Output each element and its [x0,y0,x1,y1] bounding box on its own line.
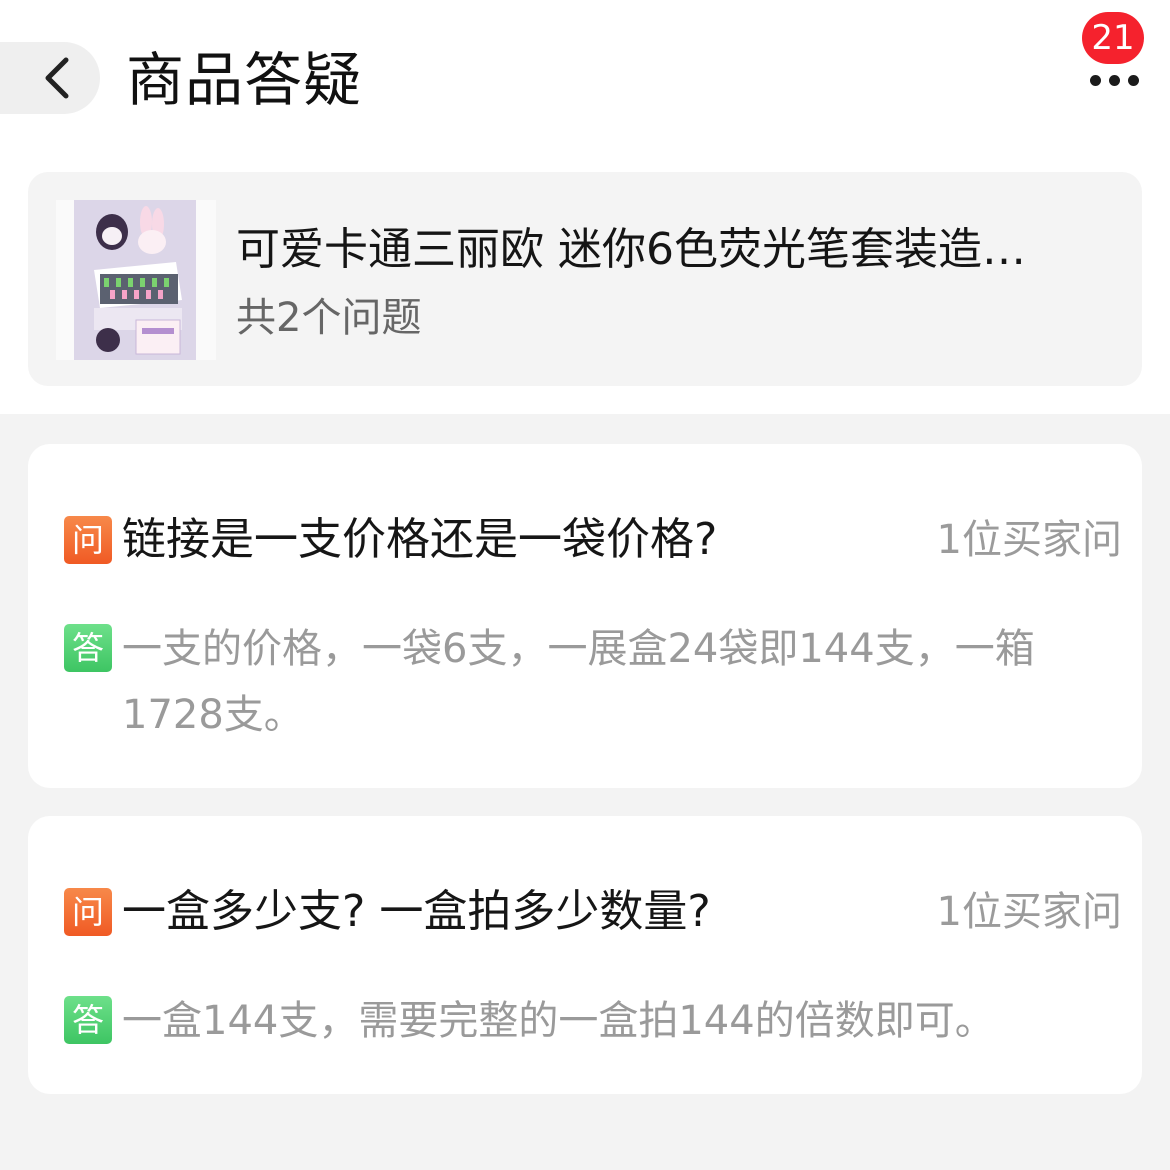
asker-count: 1位买家问 [936,517,1122,563]
product-title[interactable]: 可爱卡通三丽欧 迷你6色荧光笔套装造… [236,220,1106,280]
qa-card[interactable]: 问 链接是一支价格还是一袋价格? 1位买家问 答 一支的价格，一袋6支，一展盒2… [28,444,1142,788]
back-button[interactable] [0,42,100,114]
question-text[interactable]: 链接是一支价格还是一袋价格? [122,510,717,570]
product-card[interactable]: 可爱卡通三丽欧 迷你6色荧光笔套装造… 共2个问题 [28,172,1142,386]
answer-tag: 答 [64,624,112,672]
answer-text: 一支的价格，一袋6支，一展盒24袋即144支，一箱1728支。 [122,626,1035,738]
question-text[interactable]: 一盒多少支? 一盒拍多少数量? [122,882,711,942]
answer-tag: 答 [64,996,112,1044]
question-count: 共2个问题 [236,295,422,341]
notification-badge[interactable]: 21 [1082,12,1144,64]
more-dot-icon [1127,74,1139,86]
more-dot-icon [1089,74,1101,86]
more-dot-icon [1108,74,1120,86]
answer-text: 一盒144支，需要完整的一盒拍144的倍数即可。 [122,998,995,1044]
product-thumbnail[interactable] [56,200,216,360]
question-tag: 问 [64,516,112,564]
qa-card[interactable]: 问 一盒多少支? 一盒拍多少数量? 1位买家问 答 一盒144支，需要完整的一盒… [28,816,1142,1094]
product-image [74,200,196,360]
more-options-button[interactable] [1080,60,1148,100]
page-title: 商品答疑 [126,46,363,114]
chevron-left-icon [45,57,69,99]
question-tag: 问 [64,888,112,936]
asker-count: 1位买家问 [936,889,1122,935]
highlighter-box-image [74,200,196,360]
